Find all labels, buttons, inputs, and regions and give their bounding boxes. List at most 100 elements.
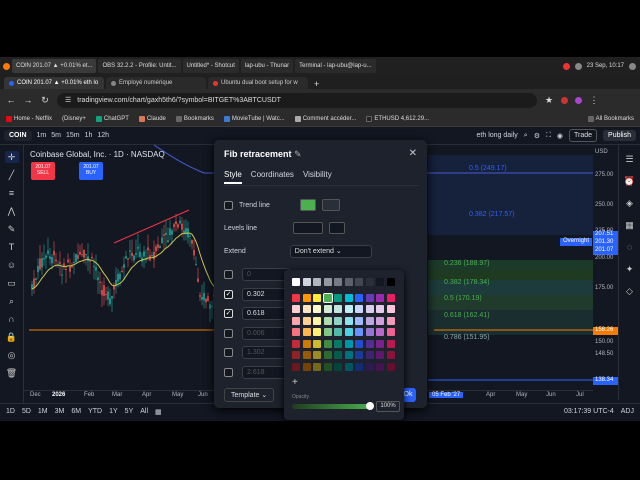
color-swatch[interactable] (334, 339, 342, 348)
calendar-range-icon[interactable]: ▦ (155, 408, 162, 416)
profile-avatar[interactable] (575, 96, 582, 104)
tab-style[interactable]: Style (224, 170, 242, 184)
ideas-icon[interactable]: ✦ (623, 263, 637, 275)
color-swatch[interactable] (376, 293, 384, 302)
extend-select[interactable]: Don't extend ⌄ (289, 245, 372, 258)
buy-button[interactable]: 201.07 BUY (79, 162, 103, 180)
notifications-icon[interactable]: ◇ (623, 285, 637, 297)
layout-name-button[interactable]: eth long daily (477, 132, 518, 139)
color-swatch[interactable] (355, 293, 363, 302)
color-swatch[interactable] (376, 339, 384, 348)
range-button[interactable]: 6M (71, 408, 81, 415)
forward-icon[interactable]: → (23, 95, 33, 105)
site-info-icon[interactable]: ☰ (65, 96, 71, 104)
color-swatch[interactable] (365, 305, 374, 313)
color-swatch[interactable] (365, 328, 374, 336)
settings-icon[interactable]: ⚙ (534, 132, 540, 140)
eye-icon[interactable]: ◎ (5, 349, 19, 361)
color-swatch[interactable] (313, 316, 321, 325)
chat-icon[interactable]: ◌ (623, 241, 637, 253)
color-swatch[interactable] (313, 351, 321, 359)
color-swatch[interactable] (313, 362, 321, 371)
color-swatch[interactable] (344, 305, 353, 313)
fib-level-checkbox[interactable]: ✓ (224, 289, 233, 299)
os-task-terminal[interactable]: Terminal - lap-ubu@lap-u... (295, 59, 376, 73)
watchlist-icon[interactable]: ☰ (623, 153, 637, 165)
range-button[interactable]: 1Y (109, 408, 118, 415)
new-tab-icon[interactable]: + (310, 79, 323, 89)
text-icon[interactable]: T (5, 241, 19, 253)
extension-icon[interactable] (561, 96, 568, 104)
fullscreen-icon[interactable]: ⛶ (546, 132, 551, 140)
fib-level-input[interactable]: 1.302 (242, 346, 290, 359)
color-swatch[interactable] (292, 293, 300, 302)
emoji-icon[interactable]: ☺ (5, 259, 19, 271)
fib-level-checkbox[interactable] (224, 270, 233, 279)
color-swatch[interactable] (292, 305, 300, 313)
color-swatch[interactable] (344, 293, 353, 302)
color-swatch[interactable] (334, 351, 342, 359)
crosshair-icon[interactable]: ✛ (4, 151, 19, 163)
color-swatch[interactable] (302, 278, 311, 286)
search-icon[interactable]: ⌕ (524, 132, 528, 140)
fib-tool-icon[interactable]: ≡ (5, 187, 19, 199)
color-swatch[interactable] (386, 339, 395, 348)
color-swatch[interactable] (376, 316, 384, 325)
fib-level-checkbox[interactable] (224, 348, 233, 357)
os-menu-icon[interactable] (3, 62, 10, 70)
ruler-icon[interactable]: ▭ (5, 277, 19, 289)
url-input[interactable]: ☰ tradingview.com/chart/gaxh5th6/?symbol=… (57, 92, 537, 108)
browser-menu-icon[interactable]: ⋮ (589, 95, 599, 106)
trade-button[interactable]: Trade (569, 129, 598, 142)
color-swatch[interactable] (334, 362, 342, 371)
os-task-thunar[interactable]: lap-ubu - Thunar (240, 59, 294, 73)
publish-button[interactable]: Publish (603, 130, 636, 141)
color-swatch[interactable] (355, 351, 363, 359)
color-swatch[interactable] (323, 305, 332, 313)
color-swatch[interactable] (376, 328, 384, 336)
opacity-input[interactable]: 100% (376, 401, 400, 412)
levels-line-width[interactable] (293, 222, 324, 234)
color-swatch[interactable] (292, 351, 300, 359)
color-swatch[interactable] (344, 351, 353, 359)
tab-coordinates[interactable]: Coordinates (251, 170, 294, 184)
add-custom-color-button[interactable]: + (292, 377, 298, 388)
bookmark-item[interactable]: ETHUSD 4,612.29... (366, 115, 429, 122)
color-swatch[interactable] (355, 362, 363, 371)
fib-level-input[interactable]: 0.006 (242, 326, 290, 340)
color-swatch[interactable] (365, 278, 374, 286)
os-task-chrome[interactable]: COIN 201.07 ▲ +0.01% et... (12, 59, 97, 73)
color-swatch[interactable] (386, 316, 395, 325)
symbol-search-button[interactable]: COIN (4, 130, 32, 141)
color-swatch[interactable] (376, 278, 384, 286)
color-swatch[interactable] (313, 305, 321, 313)
color-swatch[interactable] (323, 316, 332, 325)
color-swatch[interactable] (322, 292, 333, 303)
currency-label[interactable]: USD (595, 149, 608, 155)
snapshot-icon[interactable]: ◉ (557, 132, 563, 140)
fib-level-checkbox[interactable]: ✓ (224, 309, 233, 318)
fib-level-input[interactable]: 0.618 (242, 307, 290, 320)
magnet-icon[interactable]: ∩ (5, 313, 19, 325)
color-swatch[interactable] (386, 362, 395, 371)
opacity-slider-handle[interactable] (366, 402, 374, 410)
color-swatch[interactable] (334, 278, 342, 286)
tab-visibility[interactable]: Visibility (303, 170, 332, 184)
fib-level-input[interactable]: 2.618 (242, 365, 290, 379)
color-swatch[interactable] (323, 278, 332, 286)
bookmark-item[interactable]: ChatGPT (95, 115, 129, 122)
price-axis[interactable]: USD 275.00 250.00 225.00 207.51 201.30 2… (593, 145, 618, 390)
bookmark-item[interactable]: (Disney+ (62, 116, 86, 122)
browser-tab[interactable]: Employé numérique (106, 77, 206, 89)
color-swatch[interactable] (344, 316, 353, 325)
browser-tab[interactable]: COIN 201.07 ▲ +0.01% eth lo (4, 77, 104, 89)
color-swatch[interactable] (302, 362, 311, 371)
range-button[interactable]: 1D (6, 408, 15, 415)
color-swatch[interactable] (344, 362, 353, 371)
color-swatch[interactable] (313, 278, 321, 286)
color-swatch[interactable] (334, 316, 342, 325)
color-swatch[interactable] (302, 293, 311, 302)
color-swatch[interactable] (302, 305, 311, 313)
range-button[interactable]: 3M (55, 408, 65, 415)
color-swatch[interactable] (365, 351, 374, 359)
